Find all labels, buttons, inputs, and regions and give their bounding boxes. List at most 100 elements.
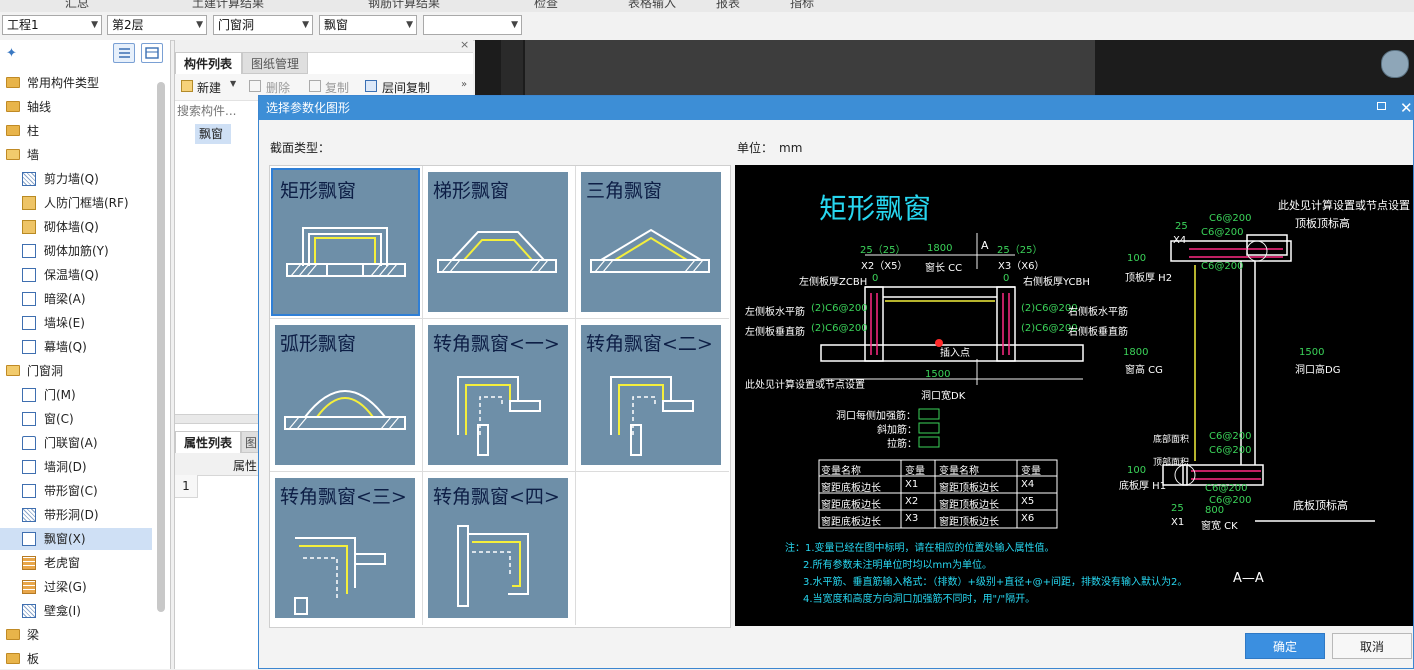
sidebar-item[interactable]: 带形窗(C) [0, 480, 152, 502]
preview-label: C6@200 [1201, 227, 1244, 238]
component-list-item[interactable]: 飘窗 [195, 124, 231, 144]
shape-corner-bay-window-3[interactable]: 转角飘窗<三> [270, 472, 423, 625]
sidebar-item-label: 砌体墙(Q) [44, 220, 99, 234]
variable-table-cell: X2 [905, 496, 919, 507]
folder-icon [6, 629, 20, 640]
sidebar-item[interactable]: 砌体加筋(Y) [0, 240, 152, 262]
sidebar-item[interactable]: 砌体墙(Q) [0, 216, 152, 238]
menu-item-summary[interactable]: 汇总 [65, 0, 89, 11]
navigation-cube-icon[interactable] [1381, 50, 1409, 78]
shape-corner-bay-window-1[interactable]: 转角飘窗<一> [423, 319, 576, 472]
ok-button[interactable]: 确定 [1245, 633, 1325, 659]
sidebar-item[interactable]: 人防门框墙(RF) [0, 192, 152, 214]
folder-icon [6, 101, 20, 112]
sidebar-item[interactable]: 墙 [0, 144, 156, 166]
delete-button[interactable]: 删除 [266, 79, 290, 96]
preview-label: X3（X6） [998, 261, 1045, 272]
sidebar-item[interactable]: 门联窗(A) [0, 432, 152, 454]
corner-bay-window-1-icon [457, 376, 541, 456]
maximize-icon[interactable] [1377, 102, 1386, 110]
component-search-input[interactable]: 搜索构件... [177, 102, 257, 120]
sidebar-item[interactable]: 保温墙(Q) [0, 264, 152, 286]
copy-button[interactable]: 复制 [325, 79, 349, 96]
preview-label: X2（X5） [861, 261, 908, 272]
menu-item-report[interactable]: 报表 [716, 0, 740, 11]
preview-label: 0 [1003, 273, 1010, 284]
more-icon[interactable]: » [461, 79, 467, 90]
preview-label: 100 [1127, 253, 1147, 264]
shape-rect-bay-window[interactable]: 矩形飘窗 [270, 166, 423, 319]
preview-note: 2.所有参数未注明单位时均以mm为单位。 [803, 560, 993, 571]
preview-label: 右侧板水平筋 [1068, 307, 1128, 318]
sidebar-item[interactable]: 板 [0, 648, 156, 670]
sidebar-item[interactable]: 门窗洞 [0, 360, 156, 382]
sidebar-item[interactable]: 幕墙(Q) [0, 336, 152, 358]
shape-corner-bay-window-2[interactable]: 转角飘窗<二> [576, 319, 729, 472]
tab-drawing[interactable]: 图 [241, 431, 259, 453]
sidebar-item[interactable]: 暗梁(A) [0, 288, 152, 310]
sidebar-item[interactable]: 轴线 [0, 96, 156, 118]
preview-label: 此处见计算设置或节点设置 [745, 380, 865, 391]
menu-item-rebar-results[interactable]: 钢筋计算结果 [368, 0, 440, 11]
preview-label: 底板厚 H1 [1119, 481, 1167, 492]
component-type-icon [22, 507, 36, 522]
menu-item-index[interactable]: 指标 [790, 0, 814, 11]
floor-select[interactable]: 第2层 ▼ [107, 15, 207, 35]
component-select[interactable]: ▼ [423, 15, 522, 35]
cancel-button[interactable]: 取消 [1332, 633, 1412, 659]
sidebar-item[interactable]: 飘窗(X) [0, 528, 152, 550]
corner-bay-window-4-icon [457, 525, 529, 607]
sidebar-item-label: 飘窗(X) [44, 532, 86, 546]
component-type-icon [22, 531, 36, 546]
category-select[interactable]: 门窗洞 ▼ [213, 15, 313, 35]
drawing-canvas[interactable] [475, 40, 1414, 96]
sidebar-item[interactable]: 壁龛(I) [0, 600, 152, 622]
variable-table-cell: X6 [1021, 513, 1035, 524]
grid-view-icon[interactable] [141, 43, 163, 63]
component-type-icon [22, 483, 36, 498]
tab-component-list[interactable]: 构件列表 [175, 52, 242, 74]
new-icon [181, 80, 193, 92]
sidebar-item[interactable]: 窗(C) [0, 408, 152, 430]
list-view-icon[interactable] [113, 43, 135, 63]
menu-item-civil-results[interactable]: 土建计算结果 [192, 0, 264, 11]
floor-copy-button[interactable]: 层间复制 [382, 79, 430, 96]
preview-label: 1500 [925, 369, 951, 380]
menu-item-table-input[interactable]: 表格输入 [628, 0, 676, 11]
pin-icon[interactable]: ✦ [6, 46, 17, 61]
variable-table-header: 变量 [1021, 466, 1041, 477]
section-type-label: 截面类型： [270, 141, 331, 155]
menu-item-check[interactable]: 检查 [534, 0, 558, 11]
shape-arc-bay-window[interactable]: 弧形飘窗 [270, 319, 423, 472]
component-type-select[interactable]: 飘窗 ▼ [319, 15, 417, 35]
close-icon[interactable]: × [460, 38, 469, 51]
shape-trapezoid-bay-window[interactable]: 梯形飘窗 [423, 166, 576, 319]
sidebar-item[interactable]: 常用构件类型 [0, 72, 156, 94]
sidebar-item[interactable]: 门(M) [0, 384, 152, 406]
preview-label: (2)C6@200 [811, 323, 868, 334]
preview-label: 顶板厚 H2 [1125, 273, 1173, 284]
preview-label: 1500 [1299, 347, 1325, 358]
close-icon[interactable]: ✕ [1400, 96, 1413, 120]
shape-triangle-bay-window[interactable]: 三角飘窗 [576, 166, 729, 319]
shape-corner-bay-window-4[interactable]: 转角飘窗<四> [423, 472, 576, 625]
preview-label: (2)C6@200 [811, 303, 868, 314]
tab-property-list[interactable]: 属性列表 [175, 431, 241, 453]
sidebar-item-label: 门联窗(A) [44, 436, 98, 450]
chevron-down-icon[interactable]: ▼ [230, 79, 236, 88]
preview-label: 左侧板厚ZCBH [799, 277, 868, 288]
sidebar-item[interactable]: 墙洞(D) [0, 456, 152, 478]
new-button[interactable]: 新建 [197, 79, 221, 96]
sidebar-item[interactable]: 柱 [0, 120, 156, 142]
preview-label: 25 [1175, 221, 1188, 232]
project-select[interactable]: 工程1 ▼ [2, 15, 102, 35]
tree-scrollbar[interactable] [157, 82, 165, 612]
sidebar-item[interactable]: 墙垛(E) [0, 312, 152, 334]
variable-table-header: 变量名称 [821, 466, 861, 477]
sidebar-item[interactable]: 剪力墙(Q) [0, 168, 152, 190]
sidebar-item[interactable]: 梁 [0, 624, 156, 646]
tab-drawing-management[interactable]: 图纸管理 [242, 52, 308, 74]
sidebar-item[interactable]: 老虎窗 [0, 552, 152, 574]
sidebar-item[interactable]: 带形洞(D) [0, 504, 152, 526]
sidebar-item[interactable]: 过梁(G) [0, 576, 152, 598]
